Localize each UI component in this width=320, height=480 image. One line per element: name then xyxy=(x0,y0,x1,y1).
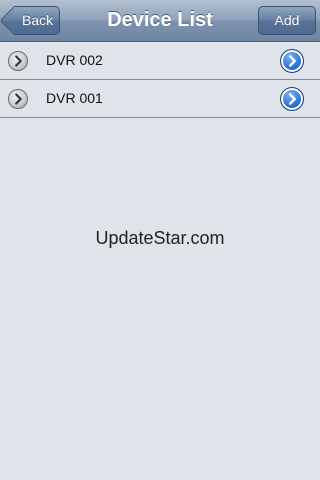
device-list: DVR 002 DVR 001 xyxy=(0,42,320,118)
back-button[interactable]: Back xyxy=(14,6,60,35)
detail-disclosure-icon[interactable] xyxy=(280,49,304,73)
device-name: DVR 001 xyxy=(46,90,103,106)
navigation-bar: Back Device List Add xyxy=(0,0,320,42)
add-button[interactable]: Add xyxy=(258,6,316,35)
back-button-wrapper[interactable]: Back xyxy=(10,0,70,42)
list-item[interactable]: DVR 001 xyxy=(0,80,320,118)
device-name: DVR 002 xyxy=(46,52,103,68)
chevron-right-icon[interactable] xyxy=(8,89,28,109)
watermark-text: UpdateStar.com xyxy=(95,228,225,248)
detail-disclosure-icon[interactable] xyxy=(280,87,304,111)
chevron-right-icon[interactable] xyxy=(8,51,28,71)
list-item[interactable]: DVR 002 xyxy=(0,42,320,80)
